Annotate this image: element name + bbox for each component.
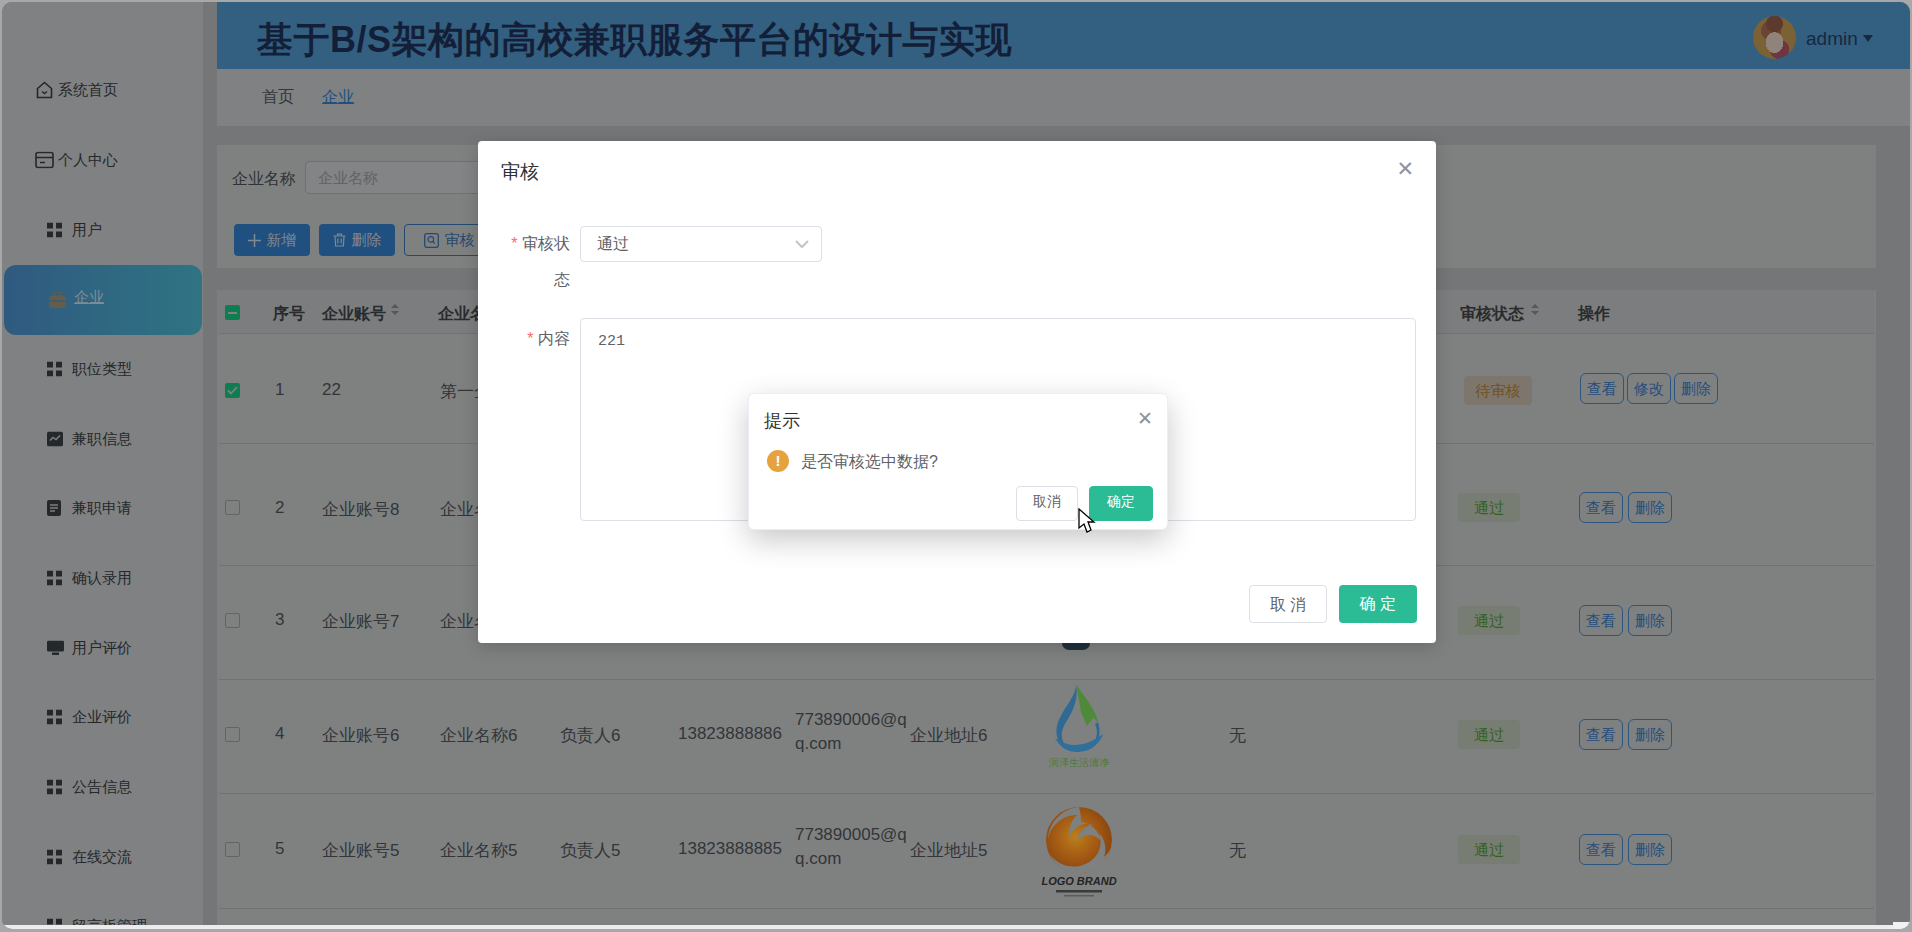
svg-text:润泽生活清净: 润泽生活清净	[1048, 757, 1109, 768]
svg-text:LOGO BRAND: LOGO BRAND	[1041, 875, 1116, 887]
